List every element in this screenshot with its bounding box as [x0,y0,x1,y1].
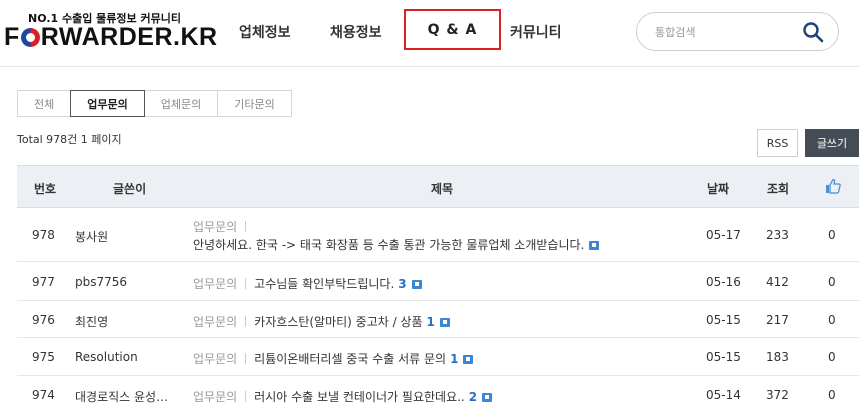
row-views: 412 [766,275,789,289]
row-likes: 0 [828,275,836,289]
row-title[interactable]: 안녕하세요. 한국 -> 태국 화장품 등 수출 통관 가능한 물류업체 소개받… [193,236,600,253]
row-views: 233 [766,228,789,242]
header-views[interactable]: 조회 [767,180,789,197]
table-row[interactable]: 978 봉사원 업무문의 안녕하세요. 한국 -> 태국 화장품 등 수출 통관… [17,208,859,262]
nav-company-info[interactable]: 업체정보 [239,22,291,42]
row-date: 05-14 [706,388,741,402]
header-divider [0,66,859,67]
row-number: 976 [32,313,55,327]
comment-icon [411,280,422,289]
row-date: 05-15 [706,350,741,364]
write-button[interactable]: 글쓰기 [805,129,859,157]
header-number: 번호 [34,182,57,196]
taegeuk-logo-icon [20,28,40,47]
comment-count: 2 [468,390,478,404]
row-author[interactable]: pbs7756 [75,275,127,289]
row-title-text: 고수님들 확인부탁드립니다. [254,277,395,291]
nav-qa[interactable]: Q & A [404,9,501,50]
header-author: 글쓴이 [113,182,147,196]
header-title: 제목 [431,182,454,196]
row-views: 217 [766,313,789,327]
row-date: 05-15 [706,313,741,327]
row-category[interactable]: 업무문의 [193,277,237,291]
category-separator [245,391,247,402]
row-number: 975 [32,350,55,364]
comment-count: 1 [426,315,435,329]
row-views: 372 [766,388,789,402]
comment-count: 1 [450,352,459,366]
search-input[interactable] [655,22,795,42]
row-title[interactable]: 업무문의 카자흐스탄(알마티) 중고차 / 상품 1 [193,313,450,330]
row-category-label: 업무문의 [193,220,238,234]
table-row[interactable]: 977 pbs7756 업무문의 고수님들 확인부탁드립니다. 3 05-16 41… [17,262,859,301]
rss-button[interactable]: RSS [757,129,798,157]
site-header: NO.1 수출입 물류정보 커뮤니티 F RWARDER.KR 업체정보 채용정보… [0,0,859,66]
logo-brand-first: F [4,23,20,51]
table-row[interactable]: 975 Resolution 업무문의 리튬이온배터리셀 중국 수출 서류 문의 1… [17,338,859,376]
row-category[interactable]: 업무문의 [193,315,237,329]
row-category[interactable]: 업무문의 [193,352,237,366]
table-row[interactable]: 974 대경로직스 윤성… 업무문의 러시아 수출 보낼 컨테이너가 필요한데요.… [17,376,859,414]
row-title[interactable]: 업무문의 고수님들 확인부탁드립니다. 3 [193,275,422,292]
thumbs-up-icon[interactable] [825,178,841,194]
category-tabs: 전체 업무문의 업체문의 기타문의 [17,90,292,117]
category-separator [245,278,247,289]
comment-icon [439,318,450,327]
tab-all[interactable]: 전체 [17,90,72,117]
comment-icon [589,241,600,250]
comment-count: 3 [398,277,407,291]
comment-icon [482,393,493,402]
row-views: 183 [766,350,789,364]
total-count: Total 978건 1 페이지 [17,133,122,146]
row-category[interactable]: 업무문의 [193,218,254,235]
row-author[interactable]: 최진영 [75,313,108,330]
search-box [636,12,839,51]
row-likes: 0 [828,228,836,242]
nav-jobs[interactable]: 채용정보 [330,22,382,42]
search-icon[interactable] [802,21,824,43]
row-likes: 0 [828,350,836,364]
category-separator [245,316,247,327]
nav-community[interactable]: 커뮤니티 [510,22,562,42]
row-author[interactable]: Resolution [75,350,138,364]
logo-brand: F RWARDER.KR [4,23,218,52]
table-row[interactable]: 976 최진영 업무문의 카자흐스탄(알마티) 중고차 / 상품 1 05-15 2… [17,301,859,338]
tab-work-inquiry[interactable]: 업무문의 [70,90,145,117]
row-title[interactable]: 업무문의 러시아 수출 보낼 컨테이너가 필요한데요.. 2 [193,388,493,405]
logo-brand-rest: RWARDER.KR [40,23,218,51]
row-number: 977 [32,275,55,289]
row-author[interactable]: 봉사원 [75,228,108,245]
table-header: 번호 글쓴이 제목 날짜 조회 [17,165,859,208]
row-title-text: 안녕하세요. 한국 -> 태국 화장품 등 수출 통관 가능한 물류업체 소개받… [193,238,585,252]
category-separator [245,353,247,364]
tab-company-inquiry[interactable]: 업체문의 [143,90,219,117]
row-title-text: 리튬이온배터리셀 중국 수출 서류 문의 [254,352,447,366]
tab-other-inquiry[interactable]: 기타문의 [217,90,292,117]
row-title-text: 카자흐스탄(알마티) 중고차 / 상품 [254,315,423,329]
row-number: 978 [32,228,55,242]
nav-qa-label: Q & A [427,21,478,38]
row-likes: 0 [828,313,836,327]
site-logo[interactable]: NO.1 수출입 물류정보 커뮤니티 F RWARDER.KR [4,10,217,56]
row-number: 974 [32,388,55,402]
header-date[interactable]: 날짜 [707,180,729,197]
comment-icon [463,355,474,364]
row-author[interactable]: 대경로직스 윤성… [75,388,168,405]
row-title-text: 러시아 수출 보낼 컨테이너가 필요한데요.. [254,390,465,404]
row-likes: 0 [828,388,836,402]
row-date: 05-16 [706,275,741,289]
category-separator [245,221,247,232]
row-date: 05-17 [706,228,741,242]
row-title[interactable]: 업무문의 리튬이온배터리셀 중국 수출 서류 문의 1 [193,350,474,367]
row-category[interactable]: 업무문의 [193,390,237,404]
